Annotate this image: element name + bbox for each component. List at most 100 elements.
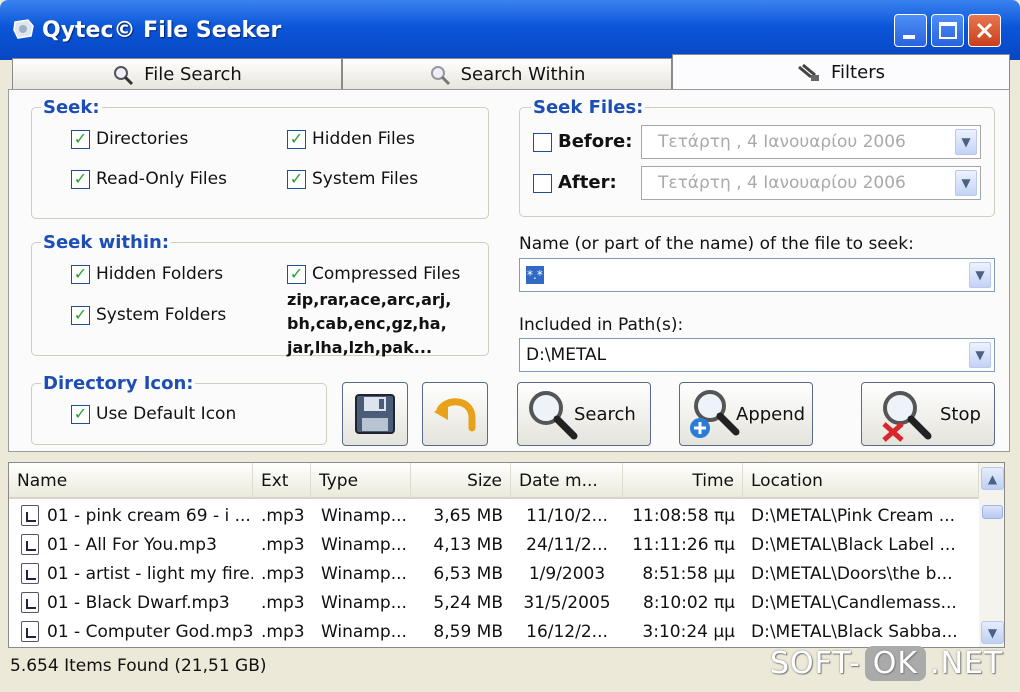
before-date-picker[interactable]: Τετάρτη , 4 Ιανουαρίου 2006 ▼: [641, 125, 981, 159]
name-input[interactable]: *.* ▼: [519, 258, 995, 292]
date-value: Τετάρτη , 4 Ιανουαρίου 2006: [658, 132, 906, 152]
hidden-files-checkbox[interactable]: ✓ Hidden Files: [287, 129, 415, 149]
table-row[interactable]: 01 - All For You.mp3 .mp3 Winamp... 4,13 MB…: [9, 530, 979, 559]
close-icon: [976, 22, 993, 39]
checkbox-label: Compressed Files: [312, 264, 461, 284]
column-label: Size: [467, 471, 502, 491]
check-icon: ✓: [71, 129, 90, 149]
directories-checkbox[interactable]: ✓ Directories: [71, 129, 188, 149]
cell-text: D:\METAL\Black Label ...: [751, 534, 956, 555]
cell-type: Winamp...: [321, 501, 411, 530]
cell-name: 01 - pink cream 69 - i ...: [21, 501, 253, 530]
cell-text: Winamp...: [321, 563, 407, 584]
column-header-location[interactable]: Location: [743, 463, 979, 499]
check-icon: ✓: [71, 264, 90, 284]
chevron-down-icon[interactable]: ▼: [969, 342, 991, 368]
audio-file-icon: [21, 534, 39, 555]
path-input[interactable]: D:\METAL ▼: [519, 338, 995, 372]
cell-text: 01 - artist - light my fire....: [47, 563, 253, 584]
column-label: Date m...: [519, 471, 598, 491]
chevron-down-icon[interactable]: ▼: [969, 262, 991, 288]
cell-time: 3:10:24 μμ: [623, 617, 735, 646]
cell-text: 8:51:58 μμ: [642, 563, 735, 584]
table-row[interactable]: 01 - pink cream 69 - i ... .mp3 Winamp... 3…: [9, 501, 979, 530]
tab-search-within[interactable]: Search Within: [342, 58, 672, 90]
after-checkbox[interactable]: After:: [533, 173, 617, 193]
column-header-size[interactable]: Size: [411, 463, 511, 499]
compressed-extensions: zip,rar,ace,arc,arj, bh,cab,enc,gz,ha, j…: [287, 290, 452, 357]
tab-file-search[interactable]: File Search: [12, 58, 342, 90]
column-header-ext[interactable]: Ext: [253, 463, 311, 499]
cell-type: Winamp...: [321, 530, 411, 559]
system-folders-checkbox[interactable]: ✓ System Folders: [71, 305, 226, 325]
system-files-checkbox[interactable]: ✓ System Files: [287, 169, 418, 189]
watermark-left: SOFT-: [770, 646, 861, 681]
after-date-picker[interactable]: Τετάρτη , 4 Ιανουαρίου 2006 ▼: [641, 166, 981, 200]
seek-group-title: Seek:: [41, 97, 102, 118]
cell-text: 8,59 MB: [433, 621, 503, 642]
column-header-type[interactable]: Type: [311, 463, 411, 499]
results-list[interactable]: Name Ext Type Size Date m... Time Locati…: [8, 462, 1005, 648]
path-field-label: Included in Path(s):: [519, 315, 684, 335]
cell-ext: .mp3: [261, 559, 311, 588]
cell-date: 31/5/2005: [511, 588, 623, 617]
audio-file-icon: [21, 563, 39, 584]
cell-text: 3,65 MB: [433, 505, 503, 526]
checkbox-label: Hidden Files: [312, 129, 416, 149]
table-row[interactable]: 01 - artist - light my fire.... .mp3 Winam…: [9, 559, 979, 588]
column-label: Ext: [261, 471, 289, 491]
column-header-time[interactable]: Time: [623, 463, 743, 499]
cell-ext: .mp3: [261, 617, 311, 646]
cell-text: Winamp...: [321, 621, 407, 642]
checkbox-label: Before:: [558, 131, 633, 152]
chevron-down-icon[interactable]: ▼: [955, 170, 977, 196]
cell-text: .mp3: [261, 534, 305, 555]
name-field-label: Name (or part of the name) of the file t…: [519, 234, 914, 254]
scroll-up-icon[interactable]: ▲: [981, 467, 1004, 490]
cell-date: 1/9/2003: [511, 559, 623, 588]
compressed-files-checkbox[interactable]: ✓ Compressed Files: [287, 264, 460, 284]
maximize-button[interactable]: [931, 14, 964, 47]
table-row[interactable]: 01 - Computer God.mp3 .mp3 Winamp... 8,59 M…: [9, 617, 979, 646]
cell-text: Winamp...: [321, 534, 407, 555]
table-row[interactable]: 01 - Black Dwarf.mp3 .mp3 Winamp... 5,24 MB…: [9, 588, 979, 617]
append-button[interactable]: Append: [679, 382, 813, 446]
watermark-ok: OK: [864, 646, 927, 681]
chevron-down-icon[interactable]: ▼: [955, 129, 977, 155]
minimize-button[interactable]: [894, 14, 927, 47]
stop-button[interactable]: Stop: [861, 382, 995, 446]
vertical-scrollbar[interactable]: ▲ ▼: [979, 463, 1004, 647]
cell-size: 8,59 MB: [411, 617, 503, 646]
seek-files-title: Seek Files:: [531, 97, 646, 118]
scroll-down-icon[interactable]: ▼: [981, 621, 1004, 644]
cell-text: 5,24 MB: [433, 592, 503, 613]
save-button[interactable]: [342, 382, 408, 446]
readonly-files-checkbox[interactable]: ✓ Read-Only Files: [71, 169, 227, 189]
cell-text: .mp3: [261, 621, 305, 642]
window-title: Qytec© File Seeker: [42, 18, 282, 43]
before-checkbox[interactable]: Before:: [533, 132, 632, 152]
cell-text: 11:08:58 πμ: [632, 505, 735, 526]
app-icon: [13, 19, 34, 39]
search-button[interactable]: Search: [517, 382, 651, 446]
tab-label: Filters: [831, 62, 885, 83]
check-icon: ✓: [71, 305, 90, 325]
column-header-name[interactable]: Name: [9, 463, 253, 499]
tab-filters[interactable]: Filters: [672, 54, 1010, 90]
magnifier-icon: [114, 65, 134, 85]
close-button[interactable]: [968, 14, 1001, 47]
filters-panel: Seek: ✓ Directories ✓ Hidden Files ✓ Read-O…: [8, 89, 1010, 452]
undo-button[interactable]: [422, 382, 488, 446]
check-icon: ✓: [71, 169, 90, 189]
maximize-icon: [939, 22, 957, 39]
use-default-icon-checkbox[interactable]: ✓ Use Default Icon: [71, 404, 236, 424]
cell-type: Winamp...: [321, 588, 411, 617]
hidden-folders-checkbox[interactable]: ✓ Hidden Folders: [71, 264, 223, 284]
seek-group: [31, 107, 489, 219]
column-label: Type: [319, 471, 359, 491]
audio-file-icon: [21, 621, 39, 642]
check-icon: ✓: [71, 404, 90, 424]
scroll-thumb[interactable]: [982, 505, 1003, 519]
seek-within-title: Seek within:: [41, 232, 172, 253]
column-header-date[interactable]: Date m...: [511, 463, 623, 499]
